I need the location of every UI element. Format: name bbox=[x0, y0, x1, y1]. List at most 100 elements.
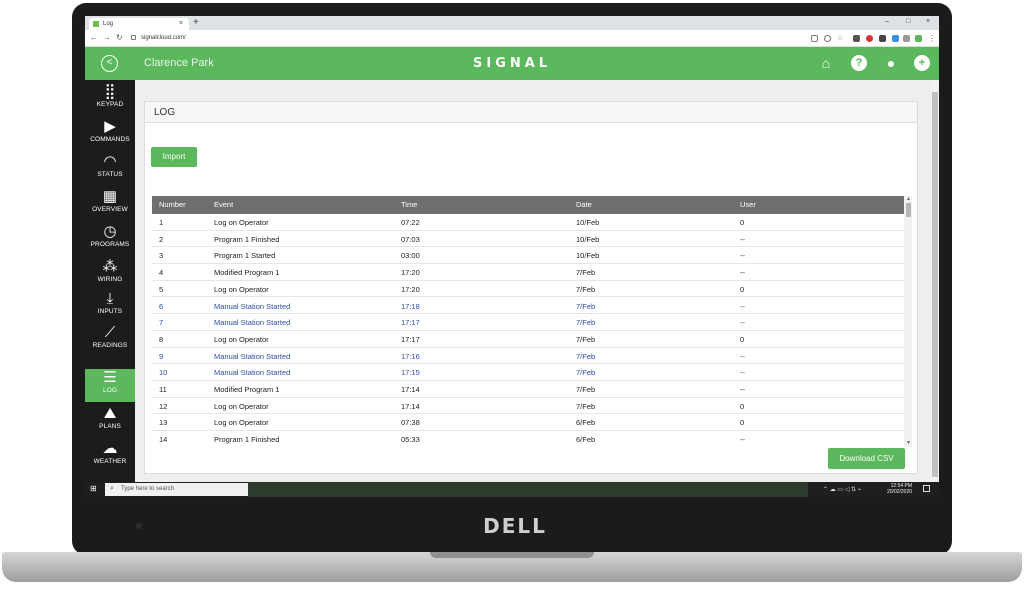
back-arrow-icon[interactable]: ← bbox=[90, 33, 98, 42]
menu-icon[interactable]: ⋮ bbox=[928, 35, 936, 43]
forward-arrow-icon[interactable]: → bbox=[103, 33, 111, 42]
download-csv-button[interactable]: Download CSV bbox=[828, 448, 905, 469]
home-icon[interactable]: ⌂ bbox=[818, 55, 834, 71]
sidebar-item-inputs[interactable]: ⤓ INPUTS bbox=[85, 290, 135, 323]
url-field[interactable]: signalcloud.com/ bbox=[131, 33, 811, 44]
cell-number: 1 bbox=[159, 218, 164, 227]
sidebar-label: INPUTS bbox=[97, 308, 123, 315]
sidebar-item-status[interactable]: ◠ STATUS bbox=[85, 153, 135, 186]
maximize-icon[interactable]: □ bbox=[906, 18, 910, 25]
page-scrollbar[interactable] bbox=[931, 80, 939, 482]
table-row[interactable]: 12 Log on Operator 17:14 7/Feb 0 bbox=[152, 397, 904, 415]
cell-user: 0 bbox=[740, 418, 745, 428]
scroll-up-icon[interactable]: ▲ bbox=[906, 196, 911, 202]
panel-header: LOG bbox=[145, 102, 917, 123]
taskbar-clock[interactable]: 12:54 PM 20/02/2020 bbox=[887, 483, 912, 495]
app-header: < Clarence Park SIGNAL ⌂ ? ● + bbox=[85, 47, 939, 80]
table-row[interactable]: 14 Program 1 Finished 05:33 6/Feb -- bbox=[152, 431, 904, 447]
back-icon[interactable]: < bbox=[101, 55, 118, 72]
system-tray-icons[interactable]: ⌃ ☁ ▭ ◁ ⇅ ⌁ bbox=[823, 486, 861, 493]
notification-icon[interactable] bbox=[923, 485, 930, 492]
table-row[interactable]: 10 Manual Station Started 17:15 7/Feb -- bbox=[152, 364, 904, 381]
windows-taskbar: ⊞ ⌕ Type here to search ⌃ ☁ ▭ ◁ ⇅ ⌁ 12:5… bbox=[85, 482, 939, 497]
cell-event[interactable]: Manual Station Started bbox=[214, 302, 290, 311]
table-row[interactable]: 5 Log on Operator 17:20 7/Feb 0 bbox=[152, 280, 904, 298]
table-row[interactable]: 13 Log on Operator 07:38 6/Feb 0 bbox=[152, 414, 904, 432]
table-row[interactable]: 2 Program 1 Finished 07:03 10/Feb -- bbox=[152, 230, 904, 248]
cell-date: 10/Feb bbox=[576, 251, 600, 261]
table-scrollbar-thumb[interactable] bbox=[905, 203, 911, 217]
cell-date: 10/Feb bbox=[576, 234, 600, 244]
table-header: Number Event Time Date User bbox=[152, 196, 904, 214]
column-header-number[interactable]: Number bbox=[159, 200, 186, 209]
table-row[interactable]: 1 Log on Operator 07:22 10/Feb 0 bbox=[152, 214, 904, 231]
brand-logo: DELL bbox=[483, 514, 547, 538]
sidebar-item-keypad[interactable]: ⣿ KEYPAD bbox=[85, 83, 135, 116]
cell-event[interactable]: Manual Station Started bbox=[214, 318, 290, 327]
key-icon[interactable] bbox=[811, 35, 818, 42]
import-button[interactable]: Import bbox=[151, 147, 197, 167]
table-row[interactable]: 8 Log on Operator 17:17 7/Feb 0 bbox=[152, 330, 904, 348]
cell-event: Program 1 Started bbox=[214, 251, 276, 261]
sidebar-item-readings[interactable]: ⟋ READINGS bbox=[85, 324, 135, 357]
cell-event: Log on Operator bbox=[214, 334, 269, 344]
cell-number: 7 bbox=[159, 318, 164, 328]
star-icon[interactable]: ☆ bbox=[837, 35, 844, 42]
cell-number: 9 bbox=[159, 351, 164, 361]
help-icon[interactable]: ? bbox=[851, 55, 867, 71]
android-icon[interactable] bbox=[915, 35, 922, 42]
close-window-icon[interactable]: × bbox=[926, 18, 930, 25]
user-icon[interactable]: ● bbox=[883, 55, 899, 71]
extension-2-icon[interactable] bbox=[879, 35, 886, 42]
close-tab-icon[interactable]: × bbox=[179, 20, 183, 27]
sidebar-item-plans[interactable]: ⛰ PLANS bbox=[85, 405, 135, 438]
column-header-event[interactable]: Event bbox=[214, 200, 233, 209]
browser-tab-bar: Log × + – □ × bbox=[85, 16, 939, 30]
browser-tab[interactable]: Log × bbox=[89, 18, 189, 30]
taskbar-search-placeholder: Type here to search bbox=[121, 486, 175, 492]
cell-event[interactable]: Manual Station Started bbox=[214, 368, 290, 377]
cell-date: 7/Feb bbox=[576, 301, 596, 311]
laptop-base-lip bbox=[430, 552, 594, 558]
table-row[interactable]: 3 Program 1 Started 03:00 10/Feb -- bbox=[152, 247, 904, 265]
extension-icon[interactable] bbox=[853, 35, 860, 42]
cell-event[interactable]: Manual Station Started bbox=[214, 352, 290, 361]
sidebar-item-programs[interactable]: ◷ PROGRAMS bbox=[85, 223, 135, 256]
cell-number: 5 bbox=[159, 284, 164, 294]
column-header-user[interactable]: User bbox=[740, 200, 756, 209]
sidebar-item-log[interactable]: ☰ LOG bbox=[85, 369, 135, 402]
cell-date: 7/Feb bbox=[576, 284, 596, 294]
reload-icon[interactable]: ↻ bbox=[116, 33, 123, 42]
table-row[interactable]: 9 Manual Station Started 17:16 7/Feb -- bbox=[152, 347, 904, 365]
cloud-icon[interactable] bbox=[892, 35, 899, 42]
table-row[interactable]: 7 Manual Station Started 17:17 7/Feb -- bbox=[152, 314, 904, 331]
sidebar-item-commands[interactable]: ▶ COMMANDS bbox=[85, 118, 135, 151]
table-row[interactable]: 4 Modified Program 1 17:20 7/Feb -- bbox=[152, 264, 904, 281]
adblock-icon[interactable] bbox=[866, 35, 873, 42]
cell-user: -- bbox=[740, 318, 745, 328]
table-scrollbar[interactable]: ▲ ▼ bbox=[904, 196, 912, 447]
windows-start-icon[interactable]: ⊞ bbox=[90, 485, 98, 493]
page-scrollbar-thumb[interactable] bbox=[932, 92, 938, 477]
table-row[interactable]: 11 Modified Program 1 17:14 7/Feb -- bbox=[152, 381, 904, 398]
table-row[interactable]: 6 Manual Station Started 17:18 7/Feb -- bbox=[152, 297, 904, 315]
cell-event: Program 1 Finished bbox=[214, 435, 280, 445]
new-tab-button[interactable]: + bbox=[193, 17, 199, 28]
cell-user: -- bbox=[740, 301, 745, 311]
sidebar-item-wiring[interactable]: ⁂ WIRING bbox=[85, 258, 135, 291]
extension-3-icon[interactable] bbox=[903, 35, 910, 42]
minimize-icon[interactable]: – bbox=[885, 18, 889, 25]
map-icon: ⛰ bbox=[103, 405, 117, 422]
add-icon[interactable]: + bbox=[914, 55, 930, 71]
cell-number: 10 bbox=[159, 368, 168, 378]
zoom-icon[interactable] bbox=[824, 35, 831, 42]
sidebar-item-overview[interactable]: ▦ OVERVIEW bbox=[85, 188, 135, 221]
column-header-time[interactable]: Time bbox=[401, 200, 417, 209]
cell-event: Log on Operator bbox=[214, 218, 269, 227]
log-panel: LOG Import Number Event Time Date User 1… bbox=[144, 101, 918, 474]
scroll-down-icon[interactable]: ▼ bbox=[906, 440, 911, 446]
column-header-date[interactable]: Date bbox=[576, 200, 592, 209]
taskbar-search[interactable]: ⌕ Type here to search bbox=[105, 483, 248, 496]
sidebar-item-weather[interactable]: ☁ WEATHER bbox=[85, 440, 135, 473]
chart-icon: ⟋ bbox=[104, 324, 116, 341]
